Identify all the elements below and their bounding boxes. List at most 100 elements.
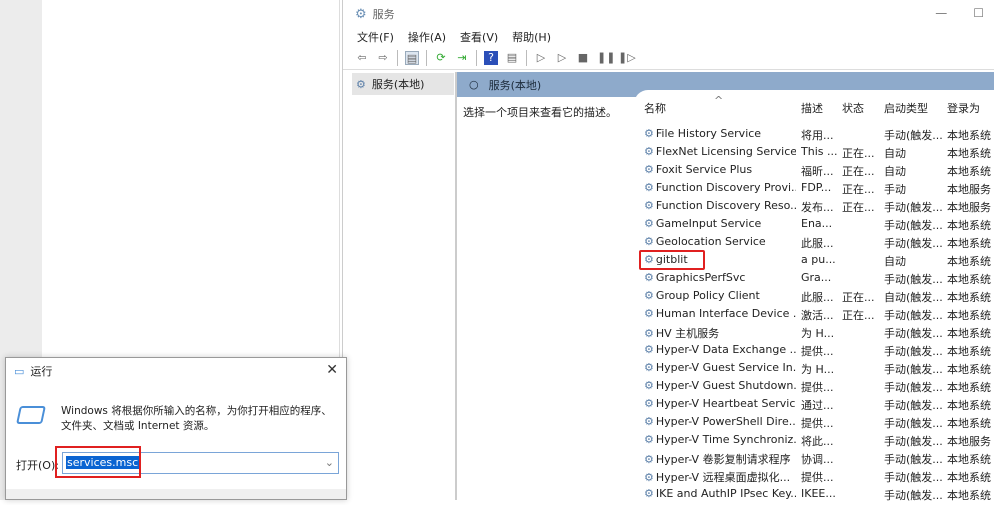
- content-pane: ○ 服务(本地) 选择一个项目来查看它的描述。 名称 ^ 描述 状态 启动类型 …: [456, 72, 994, 502]
- service-name: ⚙ HV 主机服务: [644, 327, 720, 340]
- service-startup-type: 手动(触发...: [884, 471, 943, 484]
- table-row[interactable]: ⚙ Hyper-V 卷影复制请求程序 协调... 手动(触发... 本地系统: [634, 451, 994, 469]
- service-name: ⚙ Foxit Service Plus: [644, 163, 753, 176]
- service-log-on-as: 本地系统: [947, 147, 991, 160]
- service-status: 正在...: [842, 183, 875, 196]
- service-name: ⚙ Hyper-V Time Synchroniz...: [644, 433, 796, 446]
- gear-icon: ⚙: [644, 415, 654, 428]
- table-row[interactable]: ⚙ Foxit Service Plus 福昕... 正在... 自动 本地系统: [634, 163, 994, 181]
- maximize-button[interactable]: ☐: [973, 6, 984, 20]
- console-tree-icon[interactable]: ▤: [405, 50, 419, 65]
- properties-icon[interactable]: ▤: [505, 51, 519, 65]
- service-description: 提供...: [801, 345, 834, 358]
- gear-icon: ⚙: [644, 433, 654, 446]
- close-icon[interactable]: ✕: [326, 362, 338, 378]
- service-description: 激活...: [801, 309, 834, 322]
- run-icon: [16, 406, 46, 424]
- table-row[interactable]: ⚙ GameInput Service Ena... 手动(触发... 本地系统: [634, 217, 994, 235]
- table-row[interactable]: ⚙ Hyper-V Heartbeat Service 通过... 手动(触发... 本…: [634, 397, 994, 415]
- service-startup-type: 自动: [884, 165, 906, 178]
- start-alt-icon[interactable]: ▷: [555, 51, 569, 65]
- table-row[interactable]: ⚙ Function Discovery Provi... FDP... 正在... 手…: [634, 181, 994, 199]
- service-log-on-as: 本地系统: [947, 489, 991, 502]
- pause-icon[interactable]: ❚❚: [597, 51, 615, 65]
- gear-icon: ⚙: [644, 453, 654, 466]
- export-icon[interactable]: ⇥: [455, 51, 469, 65]
- service-log-on-as: 本地系统: [947, 219, 991, 232]
- gear-icon: ⚙: [644, 163, 654, 176]
- open-label: 打开(O):: [16, 459, 59, 472]
- table-row[interactable]: ⚙ IKE and AuthIP IPsec Key... IKEE... 手动(触发…: [634, 487, 994, 505]
- service-log-on-as: 本地系统: [947, 255, 991, 268]
- service-startup-type: 手动(触发...: [884, 219, 943, 232]
- tree-item-services-local[interactable]: ⚙ 服务(本地): [352, 73, 454, 95]
- start-icon[interactable]: ▷: [534, 51, 548, 65]
- table-row[interactable]: ⚙ Hyper-V Guest Shutdown... 提供... 手动(触发... 本…: [634, 379, 994, 397]
- service-startup-type: 手动(触发...: [884, 453, 943, 466]
- service-description: 协调...: [801, 453, 834, 466]
- table-row[interactable]: ⚙ Hyper-V PowerShell Dire... 提供... 手动(触发...…: [634, 415, 994, 433]
- minimize-button[interactable]: —: [935, 6, 947, 20]
- help-icon[interactable]: ?: [484, 50, 498, 65]
- service-log-on-as: 本地系统: [947, 345, 991, 358]
- gear-icon: ⚙: [644, 379, 654, 392]
- service-startup-type: 手动(触发...: [884, 435, 943, 448]
- resume-icon[interactable]: ❚▷: [618, 51, 636, 65]
- service-description: This ...: [801, 145, 838, 158]
- service-status: 正在...: [842, 309, 875, 322]
- service-log-on-as: 本地系统: [947, 237, 991, 250]
- service-description: 发布...: [801, 201, 834, 214]
- service-startup-type: 自动: [884, 255, 906, 268]
- column-log-on-as[interactable]: 登录为: [947, 100, 994, 116]
- menu-view[interactable]: 查看(V): [460, 29, 498, 45]
- stop-icon[interactable]: ■: [576, 51, 590, 65]
- gear-icon: ⚙: [644, 235, 654, 248]
- service-startup-type: 手动(触发...: [884, 129, 943, 142]
- chevron-down-icon[interactable]: ⌄: [325, 456, 334, 469]
- service-log-on-as: 本地服务: [947, 201, 991, 214]
- gear-icon: ⚙: [356, 77, 366, 91]
- gear-icon: ⚙: [644, 471, 654, 484]
- description-hint: 选择一个项目来查看它的描述。: [463, 106, 617, 119]
- service-name: ⚙ Geolocation Service: [644, 235, 766, 248]
- menu-help[interactable]: 帮助(H): [512, 29, 551, 45]
- column-startup-type[interactable]: 启动类型: [884, 100, 946, 116]
- table-row[interactable]: ⚙ GraphicsPerfSvc Gra... 手动(触发... 本地系统: [634, 271, 994, 289]
- window-title: 服务: [372, 8, 395, 21]
- service-description: a pu...: [801, 253, 836, 266]
- menu-file[interactable]: 文件(F): [357, 29, 394, 45]
- service-description: 福昕...: [801, 165, 834, 178]
- service-description: 提供...: [801, 471, 834, 484]
- service-name: ⚙ FlexNet Licensing Service: [644, 145, 796, 158]
- forward-icon[interactable]: ⇨: [376, 51, 390, 65]
- service-startup-type: 自动: [884, 147, 906, 160]
- table-row[interactable]: ⚙ Human Interface Device ... 激活... 正在... 手动(…: [634, 307, 994, 325]
- table-row[interactable]: ⚙ Function Discovery Reso... 发布... 正在... 手动(…: [634, 199, 994, 217]
- column-status[interactable]: 状态: [842, 100, 880, 116]
- title-bar: ⚙ 服务: [343, 0, 994, 28]
- menu-action[interactable]: 操作(A): [408, 29, 446, 45]
- highlight-box: [55, 446, 141, 478]
- table-row[interactable]: ⚙ Hyper-V Data Exchange ... 提供... 手动(触发... 本…: [634, 343, 994, 361]
- back-icon[interactable]: ⇦: [355, 51, 369, 65]
- table-row[interactable]: ⚙ Hyper-V Time Synchroniz... 将此... 手动(触发...…: [634, 433, 994, 451]
- service-name: ⚙ Function Discovery Reso...: [644, 199, 796, 212]
- table-row[interactable]: ⚙ FlexNet Licensing Service This ... 正在... 自…: [634, 145, 994, 163]
- table-row[interactable]: ⚙ Group Policy Client 此服... 正在... 自动(触发... 本地…: [634, 289, 994, 307]
- service-log-on-as: 本地系统: [947, 165, 991, 178]
- service-description: 此服...: [801, 291, 834, 304]
- refresh-icon[interactable]: ⟳: [434, 51, 448, 65]
- column-description[interactable]: 描述: [801, 100, 839, 116]
- gear-icon: ⚙: [644, 487, 654, 500]
- service-log-on-as: 本地系统: [947, 363, 991, 376]
- table-row[interactable]: ⚙ Hyper-V Guest Service In... 为 H... 手动(触发.…: [634, 361, 994, 379]
- table-row[interactable]: ⚙ HV 主机服务 为 H... 手动(触发... 本地系统: [634, 325, 994, 343]
- table-row[interactable]: ⚙ gitblit a pu... 自动 本地系统: [634, 250, 994, 271]
- service-log-on-as: 本地系统: [947, 327, 991, 340]
- service-description: Gra...: [801, 271, 832, 284]
- service-log-on-as: 本地系统: [947, 273, 991, 286]
- service-name: ⚙ Hyper-V Guest Service In...: [644, 361, 796, 374]
- table-row[interactable]: ⚙ Hyper-V 远程桌面虚拟化... 提供... 手动(触发... 本地系统: [634, 469, 994, 487]
- service-startup-type: 手动(触发...: [884, 201, 943, 214]
- table-row[interactable]: ⚙ File History Service 将用... 手动(触发... 本地系统: [634, 127, 994, 145]
